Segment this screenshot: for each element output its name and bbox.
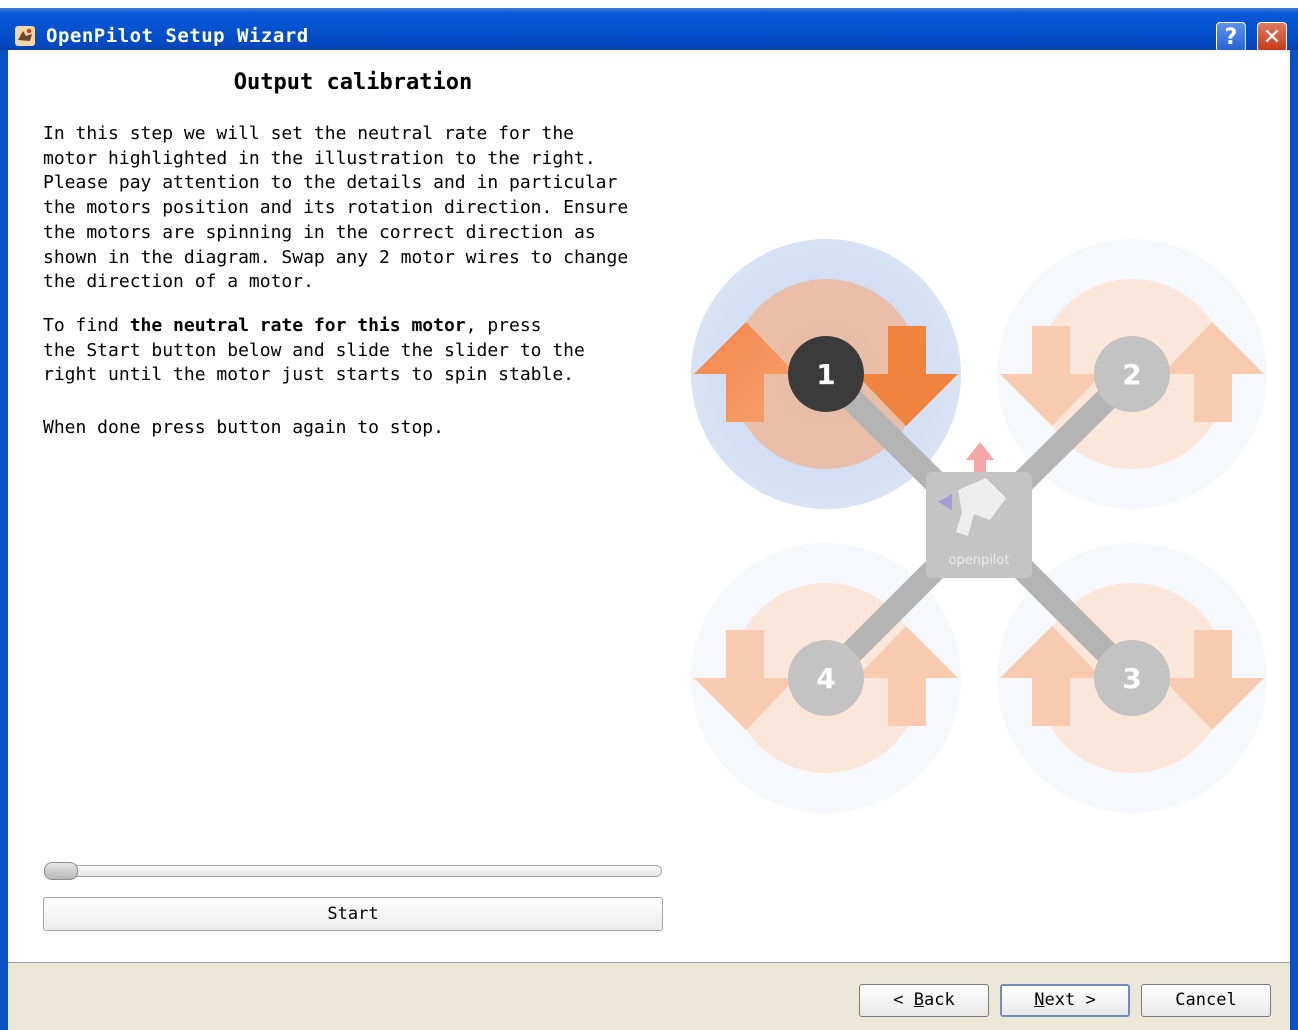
neutral-rate-slider[interactable] — [44, 865, 662, 877]
start-button[interactable]: Start — [43, 897, 663, 931]
openpilot-logo-text: openpilot — [949, 553, 1010, 568]
next-label: ext > — [1044, 990, 1096, 1010]
openpilot-app-icon — [15, 26, 35, 46]
window-title: OpenPilot Setup Wizard — [46, 25, 309, 47]
cancel-button[interactable]: Cancel — [1141, 984, 1271, 1017]
title-bar[interactable]: OpenPilot Setup Wizard ? ✕ — [0, 8, 1298, 52]
next-button[interactable]: Next > — [1000, 984, 1130, 1017]
page-title: Output calibration — [233, 70, 473, 95]
top-strip — [0, 0, 1298, 8]
close-button[interactable]: ✕ — [1257, 22, 1287, 52]
neutral-rate-prefix: To find — [43, 315, 130, 336]
help-button[interactable]: ? — [1216, 22, 1246, 52]
stop-instruction: When done press button again to stop. — [43, 417, 444, 438]
neutral-rate-emphasis: the neutral rate for this motor — [129, 315, 466, 336]
motor-2-label: 2 — [1122, 358, 1141, 391]
motor-4-label: 4 — [816, 662, 835, 695]
back-mnemonic: B — [913, 990, 924, 1010]
motor-3-label: 3 — [1122, 662, 1141, 695]
wizard-window: OpenPilot Setup Wizard ? ✕ Output calibr… — [0, 0, 1298, 1030]
quad-x-motor-diagram: openpilot 1 2 3 4 — [691, 239, 1267, 813]
instructions-paragraph: In this step we will set the neutral rat… — [43, 123, 629, 293]
neutral-rate-paragraph: To find the neutral rate for this motor,… — [43, 314, 683, 388]
back-button[interactable]: < Back — [859, 984, 989, 1017]
neutral-rate-slider-handle[interactable] — [44, 862, 78, 880]
back-label: ack — [924, 990, 955, 1010]
window-frame-left — [0, 50, 8, 1030]
next-mnemonic: N — [1034, 990, 1045, 1010]
motor-1-label: 1 — [816, 358, 835, 391]
front-direction-arrow-icon — [966, 442, 994, 472]
window-frame-right — [1290, 50, 1298, 1030]
